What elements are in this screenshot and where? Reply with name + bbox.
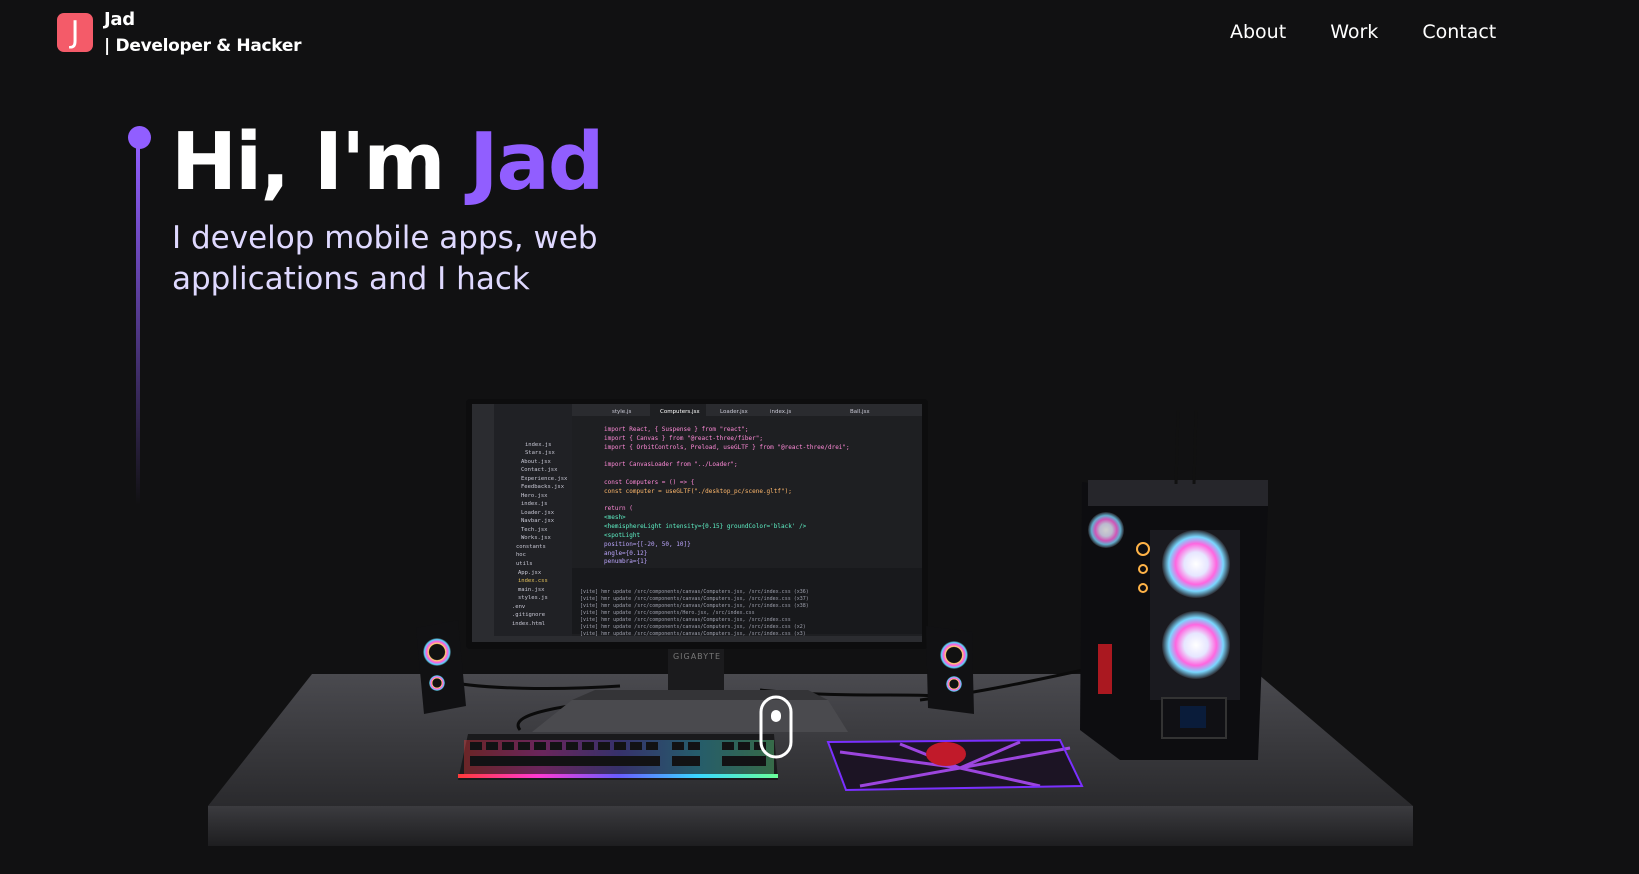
- right-speaker: [926, 626, 974, 714]
- svg-text:index.js: index.js: [521, 501, 548, 507]
- svg-text:const Computers = () => {: const Computers = () => {: [604, 479, 694, 486]
- svg-text:index.js: index.js: [770, 409, 791, 415]
- svg-text:main.jsx: main.jsx: [518, 587, 545, 593]
- svg-text:.env: .env: [512, 604, 526, 610]
- keyboard: [458, 734, 778, 780]
- svg-text:Feedbacks.jsx: Feedbacks.jsx: [521, 484, 565, 490]
- svg-text:[vite] hmr update /src/compone: [vite] hmr update /src/components/canvas…: [580, 617, 791, 623]
- svg-text:<mesh>: <mesh>: [604, 514, 626, 521]
- left-speaker: [416, 620, 466, 714]
- svg-text:angle={0.12}: angle={0.12}: [604, 550, 647, 557]
- svg-text:const computer = useGLTF("./de: const computer = useGLTF("./desktop_pc/s…: [604, 488, 792, 495]
- svg-text:[vite] hmr update /src/compone: [vite] hmr update /src/components/canvas…: [580, 596, 809, 602]
- svg-text:import React, { Suspense } fro: import React, { Suspense } from "react";: [604, 426, 749, 433]
- svg-text:return (: return (: [604, 505, 633, 512]
- svg-text:About.jsx: About.jsx: [521, 459, 551, 465]
- svg-text:[vite] hmr update /src/compone: [vite] hmr update /src/components/Hero.j…: [580, 610, 755, 616]
- svg-text:<hemisphereLight intensity={0.: <hemisphereLight intensity={0.15} ground…: [604, 523, 807, 530]
- svg-text:<spotLight: <spotLight: [604, 532, 641, 539]
- svg-text:import CanvasLoader from "../L: import CanvasLoader from "../Loader";: [604, 461, 738, 468]
- svg-text:utils: utils: [516, 561, 533, 567]
- svg-text:Stars.jsx: Stars.jsx: [525, 450, 555, 456]
- svg-text:Experience.jsx: Experience.jsx: [521, 476, 568, 482]
- svg-text:Loader.jsx: Loader.jsx: [521, 510, 555, 516]
- desk-front: [208, 806, 1413, 846]
- svg-text:Ball.jsx: Ball.jsx: [850, 409, 870, 415]
- svg-text:Tech.jsx: Tech.jsx: [521, 527, 548, 533]
- monitor-base: [532, 700, 848, 732]
- svg-text:index.css: index.css: [518, 578, 548, 584]
- svg-text:index.html: index.html: [512, 621, 545, 627]
- svg-text:index.js: index.js: [525, 442, 552, 448]
- svg-text:import { Canvas } from "@react: import { Canvas } from "@react-three/fib…: [604, 435, 763, 442]
- desk-scene-canvas[interactable]: GIGABYTE index.js Stars.jsx About.jsx Co…: [0, 0, 1639, 874]
- mouse: [926, 742, 966, 766]
- svg-text:hoc: hoc: [516, 552, 526, 558]
- svg-text:position={[-20, 50, 10]}: position={[-20, 50, 10]}: [604, 541, 691, 548]
- svg-text:Computers.jsx: Computers.jsx: [660, 409, 700, 415]
- svg-text:.gitignore: .gitignore: [512, 612, 545, 618]
- svg-text:style.js: style.js: [612, 409, 631, 415]
- svg-text:import { OrbitControls, Preloa: import { OrbitControls, Preload, useGLTF…: [604, 444, 850, 451]
- svg-text:constants: constants: [516, 544, 546, 550]
- svg-text:Contact.jsx: Contact.jsx: [521, 467, 558, 473]
- svg-text:Hero.jsx: Hero.jsx: [521, 493, 548, 499]
- svg-text:[vite] hmr update /src/compone: [vite] hmr update /src/components/canvas…: [580, 603, 809, 609]
- svg-text:penumbra={1}: penumbra={1}: [604, 558, 647, 565]
- svg-text:Loader.jsx: Loader.jsx: [720, 409, 748, 415]
- svg-text:Navbar.jsx: Navbar.jsx: [521, 518, 555, 524]
- svg-text:[vite] hmr update /src/compone: [vite] hmr update /src/components/canvas…: [580, 624, 806, 630]
- svg-text:App.jsx: App.jsx: [518, 570, 542, 576]
- svg-text:styles.js: styles.js: [518, 595, 548, 601]
- monitor-brand-label: GIGABYTE: [673, 652, 721, 661]
- pc-tower: [1080, 409, 1268, 760]
- svg-text:[vite] hmr update /src/compone: [vite] hmr update /src/components/canvas…: [580, 589, 809, 595]
- svg-text:Works.jsx: Works.jsx: [521, 535, 551, 541]
